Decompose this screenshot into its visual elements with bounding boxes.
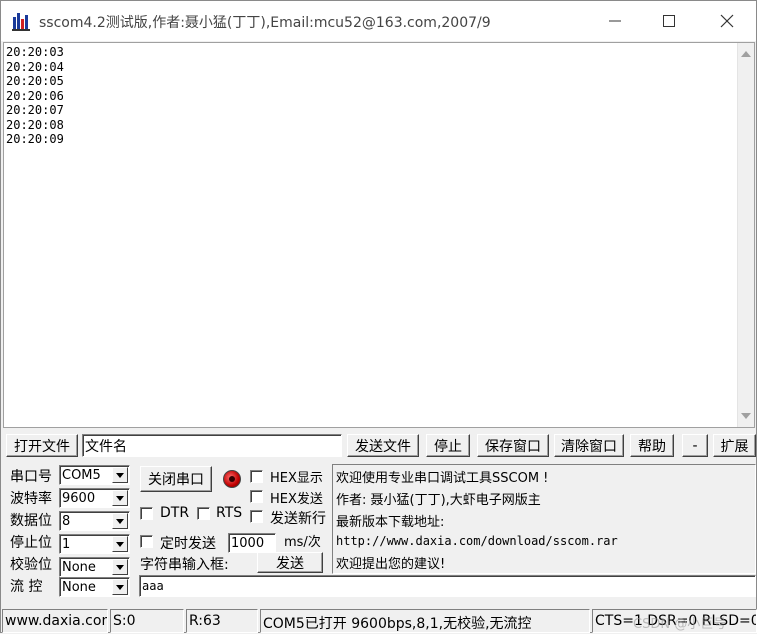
vertical-scrollbar[interactable] [737,43,754,427]
chevron-down-icon[interactable] [112,490,128,506]
chevron-down-icon[interactable] [112,536,128,552]
flow-value: None [62,579,96,595]
chevron-down-icon[interactable] [112,559,128,575]
stopbits-value: 1 [62,536,71,552]
window-title: sscom4.2测试版,作者:聂小猛(丁丁),Email:mcu52@163.c… [39,15,491,31]
send-newline-label: 发送新行 [270,511,326,527]
scroll-down-icon[interactable] [741,413,751,419]
receive-content: 20:20:03 20:20:04 20:20:05 20:20:06 20:2… [6,45,64,146]
databits-select[interactable]: 8 [59,511,130,531]
rts-label: RTS [216,505,243,521]
info-line-author: 作者: 聂小猛(丁丁),大虾电子网版主 [336,493,541,508]
info-line-feedback: 欢迎提出您的建议! [336,557,446,572]
baud-value: 9600 [62,490,96,506]
hex-send-label: HEX发送 [270,492,323,507]
flow-select[interactable]: None [59,577,130,597]
info-line-welcome: 欢迎使用专业串口调试工具SSCOM ! [336,471,549,486]
databits-value: 8 [62,513,71,529]
interval-unit-label: ms/次 [284,535,321,550]
title-bar[interactable]: sscom4.2测试版,作者:聂小猛(丁丁),Email:mcu52@163.c… [1,1,756,41]
flow-label: 流 控 [10,579,43,595]
app-icon [12,13,30,31]
interval-input[interactable]: 1000 [228,533,276,553]
minimize-button[interactable] [589,1,641,41]
databits-label: 数据位 [10,513,52,529]
port-value: COM5 [62,467,101,483]
status-port-info: COM5已打开 9600bps,8,1,无校验,无流控 [260,609,590,633]
clear-window-button[interactable]: 清除窗口 [554,434,624,457]
send-file-button[interactable]: 发送文件 [347,434,419,457]
app-window: sscom4.2测试版,作者:聂小猛(丁丁),Email:mcu52@163.c… [0,0,757,633]
port-select[interactable]: COM5 [59,465,130,485]
rts-checkbox[interactable] [197,507,210,520]
info-line-download: 最新版本下载地址: [336,515,445,530]
scroll-up-icon[interactable] [741,51,751,57]
dtr-checkbox[interactable] [140,507,153,520]
stop-button[interactable]: 停止 [426,434,470,457]
hex-send-checkbox[interactable] [250,490,263,503]
help-button[interactable]: 帮助 [630,434,674,457]
timed-send-checkbox[interactable] [140,535,153,548]
maximize-icon [663,15,675,27]
status-received-count: R:63 [186,609,258,633]
timed-send-label: 定时发送 [160,536,216,552]
chevron-down-icon[interactable] [112,513,128,529]
chevron-down-icon[interactable] [112,467,128,483]
parity-value: None [62,559,96,575]
baud-label: 波特率 [10,491,52,507]
watermark: CSDN @小巨号 [633,617,727,632]
info-line-url[interactable]: http://www.daxia.com/download/sscom.rar [336,534,618,548]
close-port-button[interactable]: 关闭串口 [140,466,212,492]
send-newline-checkbox[interactable] [250,510,263,523]
parity-select[interactable]: None [59,557,130,577]
parity-label: 校验位 [10,557,52,573]
close-button[interactable] [701,1,753,41]
stopbits-select[interactable]: 1 [59,534,130,554]
collapse-button[interactable]: - [682,434,708,457]
filename-field[interactable]: 文件名 [82,434,342,457]
open-file-button[interactable]: 打开文件 [6,434,78,457]
stopbits-label: 停止位 [10,535,52,551]
receive-text-area[interactable]: 20:20:03 20:20:04 20:20:05 20:20:06 20:2… [3,42,755,428]
expand-button[interactable]: 扩展 [713,434,756,457]
port-status-led-icon [223,470,241,488]
maximize-button[interactable] [643,1,695,41]
chevron-down-icon[interactable] [112,579,128,595]
status-sent-count: S:0 [110,609,184,633]
input-label: 字符串输入框: [140,557,229,573]
port-label: 串口号 [10,469,52,485]
hex-display-label: HEX显示 [270,471,323,486]
baud-select[interactable]: 9600 [59,488,130,508]
close-icon [720,14,734,28]
save-window-button[interactable]: 保存窗口 [477,434,549,457]
status-website: www.daxia.com [2,609,108,633]
send-button[interactable]: 发送 [257,552,323,573]
send-input[interactable]: aaa [139,575,756,597]
dtr-label: DTR [160,505,190,521]
info-panel: 欢迎使用专业串口调试工具SSCOM ! 作者: 聂小猛(丁丁),大虾电子网版主 … [332,464,756,574]
hex-display-checkbox[interactable] [250,470,263,483]
minimize-icon [609,20,621,22]
